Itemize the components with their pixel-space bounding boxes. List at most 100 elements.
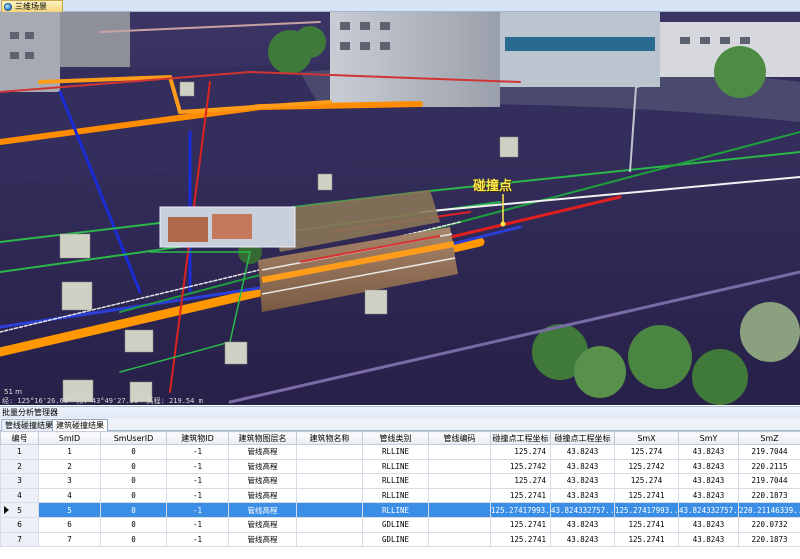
row-number[interactable]: 7 — [0, 531, 39, 548]
cell-pipe-code[interactable] — [428, 473, 491, 489]
cell-smuserid[interactable]: 0 — [100, 531, 167, 548]
cell-pipe-code[interactable] — [428, 458, 491, 475]
cell-collision-y[interactable]: 43.8243 — [550, 473, 615, 489]
cell-building-id[interactable]: -1 — [166, 458, 229, 475]
col-header-building-layer[interactable]: 建筑物图层名 — [228, 431, 297, 445]
cell-smy[interactable]: 43.8243 — [678, 473, 739, 489]
cell-smy[interactable]: 43.8243 — [678, 458, 739, 475]
cell-building-layer[interactable]: 管线高程 — [228, 444, 297, 460]
col-header-smy[interactable]: SmY — [678, 431, 739, 445]
cell-smz[interactable]: 220.1873 — [738, 531, 800, 548]
cell-pipe-type[interactable]: RLLINE — [362, 458, 429, 475]
cell-smz[interactable]: 220.1873 — [738, 487, 800, 504]
cell-smuserid[interactable]: 0 — [100, 516, 167, 533]
table-row[interactable]: 1 1 0 -1 管线高程 RLLINE 125.274 43.8243 125… — [0, 444, 800, 460]
col-header-no[interactable]: 编号 — [0, 431, 39, 445]
cell-building-layer[interactable]: 管线高程 — [228, 502, 297, 518]
cell-smuserid[interactable]: 0 — [100, 502, 167, 518]
col-header-collision-x[interactable]: 碰撞点工程坐标 — [490, 431, 551, 445]
cell-smuserid[interactable]: 0 — [100, 473, 167, 489]
cell-pipe-code[interactable] — [428, 444, 491, 460]
cell-smid[interactable]: 2 — [38, 458, 101, 475]
result-grid[interactable]: 编号 SmID SmUserID 建筑物ID 建筑物图层名 建筑物名称 管线类别… — [0, 431, 800, 559]
cell-smuserid[interactable]: 0 — [100, 458, 167, 475]
cell-pipe-code[interactable] — [428, 502, 491, 518]
tab-pipeline-collision[interactable]: 管线碰撞结果 — [1, 419, 57, 431]
cell-building-layer[interactable]: 管线高程 — [228, 473, 297, 489]
col-header-smz[interactable]: SmZ — [738, 431, 800, 445]
cell-smuserid[interactable]: 0 — [100, 444, 167, 460]
table-row[interactable]: 3 3 0 -1 管线高程 RLLINE 125.274 43.8243 125… — [0, 473, 800, 489]
cell-building-name[interactable] — [296, 458, 363, 475]
cell-collision-x[interactable]: 125.2741 — [490, 516, 551, 533]
cell-smx[interactable]: 125.2741 — [614, 487, 679, 504]
table-row-selected[interactable]: 5 5 0 -1 管线高程 RLLINE 125.27417993... 43.… — [0, 502, 800, 518]
cell-smx[interactable]: 125.27417993... — [614, 502, 679, 518]
cell-building-layer[interactable]: 管线高程 — [228, 516, 297, 533]
cell-building-id[interactable]: -1 — [166, 516, 229, 533]
cell-collision-x[interactable]: 125.2742 — [490, 458, 551, 475]
cell-pipe-type[interactable]: RLLINE — [362, 502, 429, 518]
col-header-building-id[interactable]: 建筑物ID — [166, 431, 229, 445]
col-header-smuserid[interactable]: SmUserID — [100, 431, 167, 445]
cell-building-name[interactable] — [296, 502, 363, 518]
cell-building-layer[interactable]: 管线高程 — [228, 531, 297, 548]
cell-smy[interactable]: 43.8243 — [678, 444, 739, 460]
cell-building-id[interactable]: -1 — [166, 502, 229, 518]
cell-smuserid[interactable]: 0 — [100, 487, 167, 504]
cell-building-name[interactable] — [296, 531, 363, 548]
table-row[interactable]: 2 2 0 -1 管线高程 RLLINE 125.2742 43.8243 12… — [0, 458, 800, 475]
cell-smy[interactable]: 43.8243 — [678, 516, 739, 533]
cell-smid[interactable]: 1 — [38, 444, 101, 460]
cell-collision-y[interactable]: 43.824332757... — [550, 502, 615, 518]
cell-smx[interactable]: 125.2742 — [614, 458, 679, 475]
cell-smid[interactable]: 4 — [38, 487, 101, 504]
cell-building-name[interactable] — [296, 444, 363, 460]
table-row[interactable]: 7 7 0 -1 管线高程 GDLINE 125.2741 43.8243 12… — [0, 531, 800, 548]
col-header-pipe-type[interactable]: 管线类别 — [362, 431, 429, 445]
row-number[interactable]: 6 — [0, 516, 39, 533]
row-number[interactable]: 4 — [0, 487, 39, 504]
cell-collision-x[interactable]: 125.2741 — [490, 487, 551, 504]
cell-collision-x[interactable]: 125.2741 — [490, 531, 551, 548]
cell-building-name[interactable] — [296, 516, 363, 533]
col-header-building-name[interactable]: 建筑物名称 — [296, 431, 363, 445]
cell-pipe-type[interactable]: GDLINE — [362, 531, 429, 548]
cell-smz[interactable]: 219.7044 — [738, 444, 800, 460]
cell-collision-x[interactable]: 125.274 — [490, 473, 551, 489]
cell-building-id[interactable]: -1 — [166, 444, 229, 460]
col-header-smx[interactable]: SmX — [614, 431, 679, 445]
col-header-smid[interactable]: SmID — [38, 431, 101, 445]
cell-building-id[interactable]: -1 — [166, 531, 229, 548]
cell-collision-y[interactable]: 43.8243 — [550, 458, 615, 475]
cell-building-name[interactable] — [296, 487, 363, 504]
cell-smx[interactable]: 125.274 — [614, 473, 679, 489]
row-number[interactable]: 5 — [0, 502, 39, 518]
table-row[interactable]: 4 4 0 -1 管线高程 RLLINE 125.2741 43.8243 12… — [0, 487, 800, 504]
cell-collision-y[interactable]: 43.8243 — [550, 444, 615, 460]
cell-pipe-type[interactable]: RLLINE — [362, 487, 429, 504]
row-number[interactable]: 3 — [0, 473, 39, 489]
cell-pipe-type[interactable]: GDLINE — [362, 516, 429, 533]
cell-smid[interactable]: 6 — [38, 516, 101, 533]
cell-collision-x[interactable]: 125.27417993... — [490, 502, 551, 518]
scene-viewport[interactable]: 碰撞点 51 m — [0, 12, 800, 405]
cell-smx[interactable]: 125.274 — [614, 444, 679, 460]
cell-smx[interactable]: 125.2741 — [614, 516, 679, 533]
cell-smz[interactable]: 220.2115 — [738, 458, 800, 475]
cell-pipe-code[interactable] — [428, 531, 491, 548]
col-header-collision-y[interactable]: 碰撞点工程坐标 — [550, 431, 615, 445]
cell-building-name[interactable] — [296, 473, 363, 489]
cell-collision-y[interactable]: 43.8243 — [550, 516, 615, 533]
table-row[interactable]: 6 6 0 -1 管线高程 GDLINE 125.2741 43.8243 12… — [0, 516, 800, 533]
cell-collision-y[interactable]: 43.8243 — [550, 531, 615, 548]
cell-smz[interactable]: 219.7044 — [738, 473, 800, 489]
cell-pipe-code[interactable] — [428, 516, 491, 533]
cell-smy[interactable]: 43.8243 — [678, 531, 739, 548]
col-header-pipe-code[interactable]: 管线编码 — [428, 431, 491, 445]
cell-pipe-type[interactable]: RLLINE — [362, 473, 429, 489]
cell-smid[interactable]: 5 — [38, 502, 101, 518]
cell-smid[interactable]: 7 — [38, 531, 101, 548]
cell-building-id[interactable]: -1 — [166, 473, 229, 489]
cell-pipe-code[interactable] — [428, 487, 491, 504]
